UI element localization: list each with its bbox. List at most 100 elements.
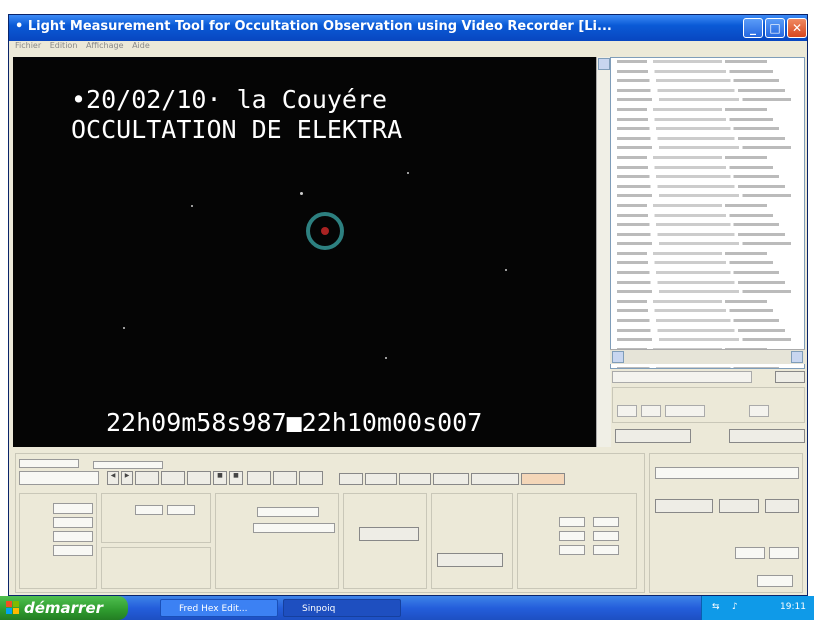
log-row[interactable] xyxy=(611,223,804,231)
task-item[interactable]: Fred Hex Edit... xyxy=(160,599,278,617)
exit-button[interactable] xyxy=(765,499,799,513)
log-row[interactable] xyxy=(611,299,804,308)
frame-field[interactable] xyxy=(19,471,99,485)
log-row[interactable] xyxy=(611,165,804,174)
detect-button[interactable] xyxy=(437,553,503,567)
log-row[interactable] xyxy=(611,127,804,135)
task-item[interactable]: Sinpoiq xyxy=(283,599,401,617)
position-x-field[interactable] xyxy=(617,405,637,417)
measurement-aperture[interactable] xyxy=(306,212,344,250)
aperture-field[interactable] xyxy=(53,503,93,514)
log-row[interactable] xyxy=(611,338,804,346)
log-row[interactable] xyxy=(611,194,804,202)
list-horizontal-scrollbar[interactable] xyxy=(610,349,805,364)
step-button[interactable] xyxy=(161,471,185,485)
search-button[interactable] xyxy=(359,527,419,541)
log-row[interactable] xyxy=(611,328,804,337)
log-row[interactable] xyxy=(611,232,804,241)
range-count-field[interactable] xyxy=(593,531,619,541)
log-row[interactable] xyxy=(611,155,804,164)
pause-icon[interactable]: ■ xyxy=(229,471,243,485)
log-row[interactable] xyxy=(611,184,804,193)
range-step-field[interactable] xyxy=(559,531,585,541)
title-bar[interactable]: • Light Measurement Tool for Occultation… xyxy=(9,15,807,41)
play-icon[interactable]: ▶ xyxy=(121,471,133,485)
log-row[interactable] xyxy=(611,271,804,279)
video-scrollbar[interactable] xyxy=(596,57,611,447)
range-start-field[interactable] xyxy=(559,517,585,527)
setting-field-2[interactable] xyxy=(769,547,799,559)
step-forward-button[interactable] xyxy=(187,471,211,485)
options-button[interactable] xyxy=(775,371,805,383)
log-row[interactable] xyxy=(611,261,804,269)
log-row[interactable] xyxy=(611,319,804,327)
log-row[interactable] xyxy=(611,213,804,222)
stop-icon[interactable]: ■ xyxy=(213,471,227,485)
position-slider[interactable] xyxy=(93,461,163,469)
calibrate-button[interactable] xyxy=(471,473,519,485)
log-row[interactable] xyxy=(611,98,804,106)
position-h-field[interactable] xyxy=(749,405,769,417)
scroll-right-icon[interactable] xyxy=(791,351,803,363)
log-row[interactable] xyxy=(611,136,804,145)
setting-field[interactable] xyxy=(735,547,765,559)
menu-item[interactable]: Edition xyxy=(50,41,78,50)
log-row[interactable] xyxy=(611,69,804,78)
save-log-button[interactable] xyxy=(521,473,565,485)
track-value-field[interactable] xyxy=(253,523,335,533)
scale-field[interactable] xyxy=(757,575,793,587)
log-row[interactable] xyxy=(611,107,804,116)
log-row[interactable] xyxy=(611,367,804,368)
scroll-left-icon[interactable] xyxy=(612,351,624,363)
menu-item[interactable]: Aide xyxy=(132,41,150,50)
range-total-field[interactable] xyxy=(593,545,619,555)
maximize-button[interactable]: □ xyxy=(765,18,785,38)
inner-field[interactable] xyxy=(53,517,93,528)
rewind-icon[interactable]: ◀ xyxy=(107,471,119,485)
log-row[interactable] xyxy=(611,309,804,317)
reset-button[interactable] xyxy=(299,471,323,485)
start-button[interactable] xyxy=(365,473,397,485)
video-frame[interactable]: •20/02/10· la Couyére OCCULTATION DE ELE… xyxy=(13,57,596,447)
log-row[interactable] xyxy=(611,60,804,68)
apply-button[interactable] xyxy=(615,429,691,443)
volume-icon[interactable]: ♪ xyxy=(732,602,738,612)
menu-item[interactable]: Fichier xyxy=(15,41,41,50)
scroll-up-icon[interactable] xyxy=(598,58,610,70)
export-button[interactable] xyxy=(729,429,805,443)
end-button[interactable] xyxy=(399,473,431,485)
log-row[interactable] xyxy=(611,175,804,183)
file-open-button[interactable] xyxy=(655,499,713,513)
outer-field[interactable] xyxy=(53,531,93,542)
file-path-field[interactable] xyxy=(655,467,799,479)
log-row[interactable] xyxy=(611,290,804,298)
option-checkbox[interactable] xyxy=(612,371,752,383)
output-y-field[interactable] xyxy=(167,505,195,515)
log-row[interactable] xyxy=(611,117,804,126)
gain-field[interactable] xyxy=(53,545,93,556)
log-row[interactable] xyxy=(611,146,804,154)
network-icon[interactable]: ⇆ xyxy=(712,602,720,612)
mark-button[interactable] xyxy=(273,471,297,485)
log-row[interactable] xyxy=(611,280,804,289)
log-row[interactable] xyxy=(611,79,804,87)
menu-item[interactable]: Affichage xyxy=(86,41,124,50)
step-back-button[interactable] xyxy=(135,471,159,485)
log-row[interactable] xyxy=(611,88,804,97)
log-row[interactable] xyxy=(611,242,804,250)
start-button[interactable]: démarrer xyxy=(0,596,128,620)
clear-button[interactable] xyxy=(433,473,469,485)
output-x-field[interactable] xyxy=(135,505,163,515)
load-button[interactable] xyxy=(719,499,759,513)
range-offset-field[interactable] xyxy=(559,545,585,555)
next-button[interactable] xyxy=(247,471,271,485)
position-y-field[interactable] xyxy=(641,405,661,417)
close-button[interactable]: ✕ xyxy=(787,18,807,38)
measure-button[interactable] xyxy=(339,473,363,485)
log-row[interactable] xyxy=(611,203,804,212)
range-end-field[interactable] xyxy=(593,517,619,527)
log-list[interactable] xyxy=(610,57,805,369)
position-w-field[interactable] xyxy=(665,405,705,417)
log-row[interactable] xyxy=(611,251,804,260)
minimize-button[interactable]: _ xyxy=(743,18,763,38)
